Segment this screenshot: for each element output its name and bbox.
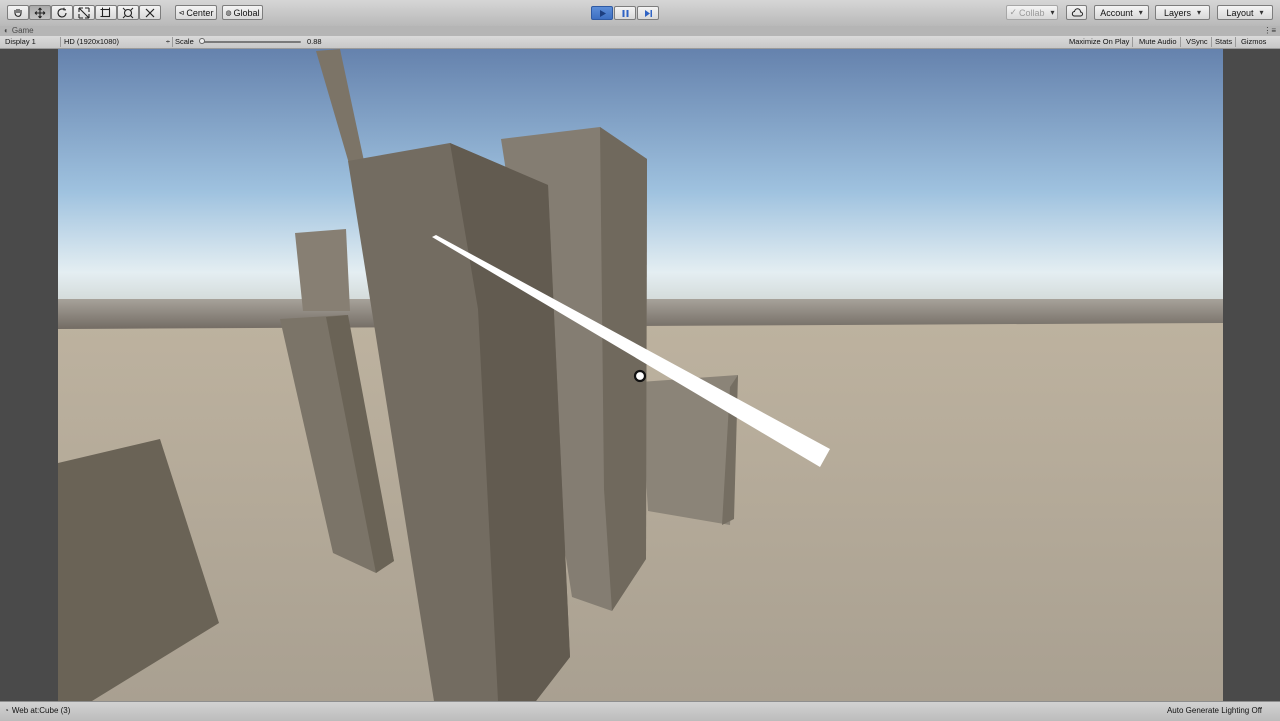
crosshair-icon bbox=[633, 369, 647, 383]
rect-tool-button[interactable] bbox=[95, 5, 117, 20]
console-status[interactable]: ◔ Web at:Cube (3) bbox=[4, 706, 70, 715]
main-toolbar: ⊲ Center ◍ Global ✓ Collab Account Layer… bbox=[0, 0, 1280, 27]
custom-tool-button[interactable] bbox=[139, 5, 161, 20]
gizmos-dropdown[interactable]: Gizmos bbox=[1238, 37, 1269, 47]
game-view-toolbar: Display 1 HD (1920x1080) ÷ Scale 0.88 Ma… bbox=[0, 36, 1280, 49]
game-tab-label: Game bbox=[11, 26, 34, 35]
custom-tool-icon bbox=[145, 8, 155, 17]
resolution-label: HD (1920x1080) bbox=[64, 37, 120, 46]
move-tool-button[interactable] bbox=[29, 5, 51, 20]
rotate-tool-button[interactable] bbox=[51, 5, 73, 20]
scale-tool-button[interactable] bbox=[73, 5, 95, 20]
maximize-on-play-toggle[interactable]: Maximize On Play bbox=[1066, 37, 1134, 47]
layout-label: Layout bbox=[1226, 7, 1254, 18]
collab-dropdown[interactable]: ✓ Collab bbox=[1006, 5, 1058, 20]
game-scene bbox=[58, 49, 1223, 701]
hand-icon bbox=[14, 8, 22, 17]
layout-dropdown[interactable]: Layout bbox=[1217, 5, 1273, 20]
game-viewport[interactable] bbox=[58, 49, 1223, 701]
game-tab-bar: ◐ Game ⋮≡ bbox=[0, 26, 1280, 36]
space-global-toggle[interactable]: ◍ Global bbox=[222, 5, 263, 20]
scale-slider[interactable] bbox=[203, 41, 301, 43]
pivot-icon: ⊲ bbox=[178, 9, 185, 17]
space-label: Global bbox=[233, 7, 260, 18]
display-label: Display 1 bbox=[5, 37, 36, 46]
scale-icon bbox=[78, 6, 90, 19]
game-tab[interactable]: ◐ Game bbox=[4, 26, 34, 35]
block-left-top bbox=[295, 229, 350, 311]
step-icon bbox=[644, 9, 652, 17]
rotate-icon bbox=[57, 7, 67, 18]
display-dropdown[interactable]: Display 1 bbox=[2, 37, 61, 47]
hand-tool-button[interactable] bbox=[7, 5, 29, 20]
pivot-label: Center bbox=[186, 7, 214, 18]
status-bar: ◔ Web at:Cube (3) Auto Generate Lighting… bbox=[0, 701, 1280, 721]
globe-icon: ◍ bbox=[225, 9, 232, 17]
status-message: Web at:Cube (3) bbox=[11, 706, 71, 715]
cloud-icon bbox=[1071, 8, 1083, 17]
pause-icon bbox=[622, 9, 628, 17]
resolution-dropdown[interactable]: HD (1920x1080) ÷ bbox=[61, 37, 173, 47]
lighting-status: Auto Generate Lighting Off bbox=[1166, 706, 1262, 715]
chevron-down-icon: ÷ bbox=[165, 37, 170, 46]
step-button[interactable] bbox=[637, 6, 659, 20]
rect-icon bbox=[100, 7, 111, 17]
mute-audio-toggle[interactable]: Mute Audio bbox=[1136, 37, 1181, 47]
account-dropdown[interactable]: Account bbox=[1094, 5, 1149, 20]
account-label: Account bbox=[1100, 7, 1133, 18]
layers-label: Layers bbox=[1163, 7, 1191, 18]
cloud-button[interactable] bbox=[1066, 5, 1087, 20]
game-tab-icon: ◐ bbox=[4, 26, 9, 35]
pivot-center-toggle[interactable]: ⊲ Center bbox=[175, 5, 217, 20]
vsync-toggle[interactable]: VSync bbox=[1183, 37, 1212, 47]
collab-check-icon: ✓ bbox=[1009, 7, 1017, 17]
info-icon: ◔ bbox=[4, 706, 9, 715]
pause-button[interactable] bbox=[614, 6, 636, 20]
play-icon bbox=[599, 9, 606, 17]
stats-toggle[interactable]: Stats bbox=[1212, 37, 1237, 47]
scale-value: 0.88 bbox=[307, 37, 322, 46]
scale-label: Scale bbox=[175, 37, 194, 46]
move-icon bbox=[34, 7, 46, 18]
collab-label: Collab bbox=[1019, 7, 1045, 18]
layers-dropdown[interactable]: Layers bbox=[1155, 5, 1210, 20]
play-button[interactable] bbox=[591, 6, 613, 20]
scale-slider-handle[interactable] bbox=[199, 38, 205, 44]
transform-icon bbox=[122, 7, 134, 18]
transform-tool-button[interactable] bbox=[117, 5, 139, 20]
tab-menu-icon[interactable]: ⋮≡ bbox=[1263, 26, 1276, 35]
